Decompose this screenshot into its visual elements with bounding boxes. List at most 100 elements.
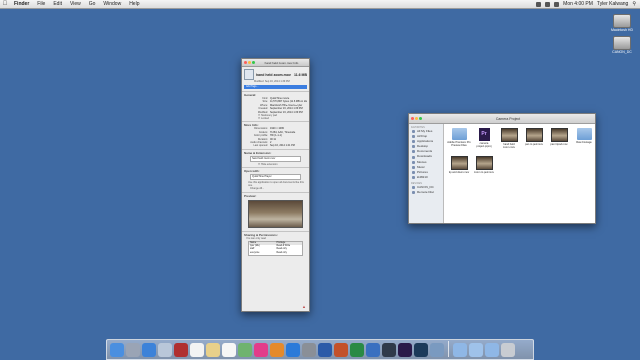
- menu-view[interactable]: View: [66, 1, 85, 7]
- trash-icon[interactable]: [501, 343, 515, 357]
- name-extension-disclosure[interactable]: Name & Extension:: [244, 151, 307, 155]
- desktop-drive-macintosh-hd[interactable]: Macintosh HD: [605, 14, 639, 32]
- calendar-icon[interactable]: [190, 343, 204, 357]
- wifi-icon[interactable]: [545, 1, 551, 7]
- reminders-icon[interactable]: [222, 343, 236, 357]
- outlook-icon[interactable]: [366, 343, 380, 357]
- bluetooth-icon[interactable]: [536, 1, 542, 7]
- info-titlebar[interactable]: hand held zoom.mov Info: [242, 59, 309, 67]
- menu-help[interactable]: Help: [125, 1, 143, 7]
- lock-icon[interactable]: ▲: [302, 304, 306, 309]
- checkbox-label: Hide extension: [260, 162, 278, 166]
- menu-clock[interactable]: Mon 4:00 PM: [563, 1, 593, 7]
- file-label: pan to ped.mov: [525, 143, 543, 146]
- zoom-button[interactable]: [252, 61, 255, 64]
- menu-bar:  Finder File Edit View Go Window Help M…: [0, 0, 640, 9]
- excel-icon[interactable]: [350, 343, 364, 357]
- menu-app-name[interactable]: Finder: [10, 1, 33, 7]
- apple-menu-icon[interactable]: : [0, 1, 10, 7]
- desktop-drive-canon[interactable]: CANON_DC: [605, 36, 639, 54]
- external-drive-icon: [613, 36, 631, 50]
- downloads-stack-icon[interactable]: [485, 343, 499, 357]
- menu-go[interactable]: Go: [85, 1, 100, 7]
- minimize-button[interactable]: [415, 117, 418, 120]
- file-label: hand held zoom.mov: [503, 143, 515, 149]
- hide-extension-checkbox[interactable]: ☐ Hide extension: [244, 163, 307, 166]
- powerpoint-icon[interactable]: [334, 343, 348, 357]
- spotlight-icon[interactable]: ⚲: [632, 1, 636, 7]
- notes-icon[interactable]: [206, 343, 220, 357]
- movie-thumbnail-icon: [450, 156, 468, 170]
- info-window-title: hand held zoom.mov Info: [264, 60, 299, 65]
- table-row[interactable]: everyone Read only: [249, 252, 302, 255]
- close-button[interactable]: [244, 61, 247, 64]
- preview-disclosure[interactable]: Preview:: [244, 194, 307, 198]
- file-item[interactable]: Adobe Premiere Pro Preview Files: [447, 128, 471, 156]
- preview-icon[interactable]: [430, 343, 444, 357]
- file-item[interactable]: zoom to ped.mov: [472, 156, 496, 184]
- hard-drive-icon: [613, 14, 631, 28]
- quicktime-icon[interactable]: [382, 343, 396, 357]
- sidebar-item-remote-disc[interactable]: Remote Disc: [409, 190, 443, 195]
- maps-icon[interactable]: [238, 343, 252, 357]
- file-item[interactable]: tip and down.mov: [447, 156, 471, 184]
- movie-thumbnail-icon: [525, 128, 543, 142]
- minimize-button[interactable]: [248, 61, 251, 64]
- volume-icon[interactable]: [554, 1, 560, 7]
- desktop-icon: [412, 145, 415, 149]
- applications-stack-icon[interactable]: [453, 343, 467, 357]
- file-label: tip and down.mov: [448, 171, 470, 174]
- tags-field[interactable]: Add Tags...: [244, 85, 307, 89]
- file-item[interactable]: hand held zoom.mov: [497, 128, 521, 156]
- mail-icon[interactable]: [158, 343, 172, 357]
- ibooks-icon[interactable]: [270, 343, 284, 357]
- premiere-icon[interactable]: [398, 343, 412, 357]
- checkbox-label: Locked: [260, 117, 269, 121]
- drive-label: CANON_DC: [612, 50, 632, 54]
- info-file-size: 11.6 MB: [293, 72, 307, 77]
- preview-section: Preview:: [242, 191, 309, 231]
- finder-toolbar[interactable]: Camera Project: [409, 114, 595, 124]
- disc-icon: [412, 191, 415, 195]
- zoom-button[interactable]: [419, 117, 422, 120]
- row-value: Sep 16, 2014 1:41 PM: [270, 144, 295, 148]
- file-label: zoom to ped.mov: [474, 171, 494, 174]
- documents-stack-icon[interactable]: [469, 343, 483, 357]
- file-item[interactable]: Raw Footage: [572, 128, 595, 156]
- folder-icon: [451, 128, 467, 140]
- preview-thumbnail: [248, 199, 303, 228]
- change-all-button[interactable]: Change All...: [244, 187, 307, 190]
- drive-icon: [412, 185, 415, 189]
- safari-icon[interactable]: [142, 343, 156, 357]
- itunes-icon[interactable]: [254, 343, 268, 357]
- photoshop-icon[interactable]: [414, 343, 428, 357]
- app-store-icon[interactable]: [286, 343, 300, 357]
- row-key: Last opened:: [253, 144, 268, 148]
- menu-user[interactable]: Tyler Kalwang: [597, 1, 628, 7]
- more-info-section: More Info: Dimensions: 1920 × 1080 Codecs…: [242, 121, 309, 148]
- file-item[interactable]: pan tripod.mov: [547, 128, 571, 156]
- permissions-table: Name Privilege tyler (Me) Read & Write s…: [248, 240, 303, 256]
- photo-booth-icon[interactable]: [174, 343, 188, 357]
- applications-icon: [412, 140, 415, 144]
- menu-window[interactable]: Window: [99, 1, 125, 7]
- name-field[interactable]: hand held zoom.mov: [250, 155, 301, 162]
- launchpad-icon[interactable]: [126, 343, 140, 357]
- file-item[interactable]: pan to ped.mov: [522, 128, 546, 156]
- movie-thumbnail-icon: [500, 128, 518, 142]
- system-preferences-icon[interactable]: [302, 343, 316, 357]
- locked-checkbox[interactable]: ☐ Locked: [244, 117, 307, 120]
- close-button[interactable]: [411, 117, 414, 120]
- open-with-select[interactable]: QuickTime Player: [250, 174, 301, 181]
- menu-file[interactable]: File: [33, 1, 49, 7]
- finder-icon[interactable]: [110, 343, 124, 357]
- all-files-icon: [412, 130, 415, 134]
- open-with-disclosure[interactable]: Open with:: [244, 169, 307, 173]
- menu-edit[interactable]: Edit: [49, 1, 66, 7]
- file-item[interactable]: Pr camera project.prproj: [472, 128, 496, 156]
- file-label: Adobe Premiere Pro Preview Files: [447, 141, 471, 147]
- word-icon[interactable]: [318, 343, 332, 357]
- table-cell[interactable]: Read only: [276, 252, 303, 255]
- dock-separator: [448, 341, 449, 357]
- table-cell: everyone: [250, 251, 260, 254]
